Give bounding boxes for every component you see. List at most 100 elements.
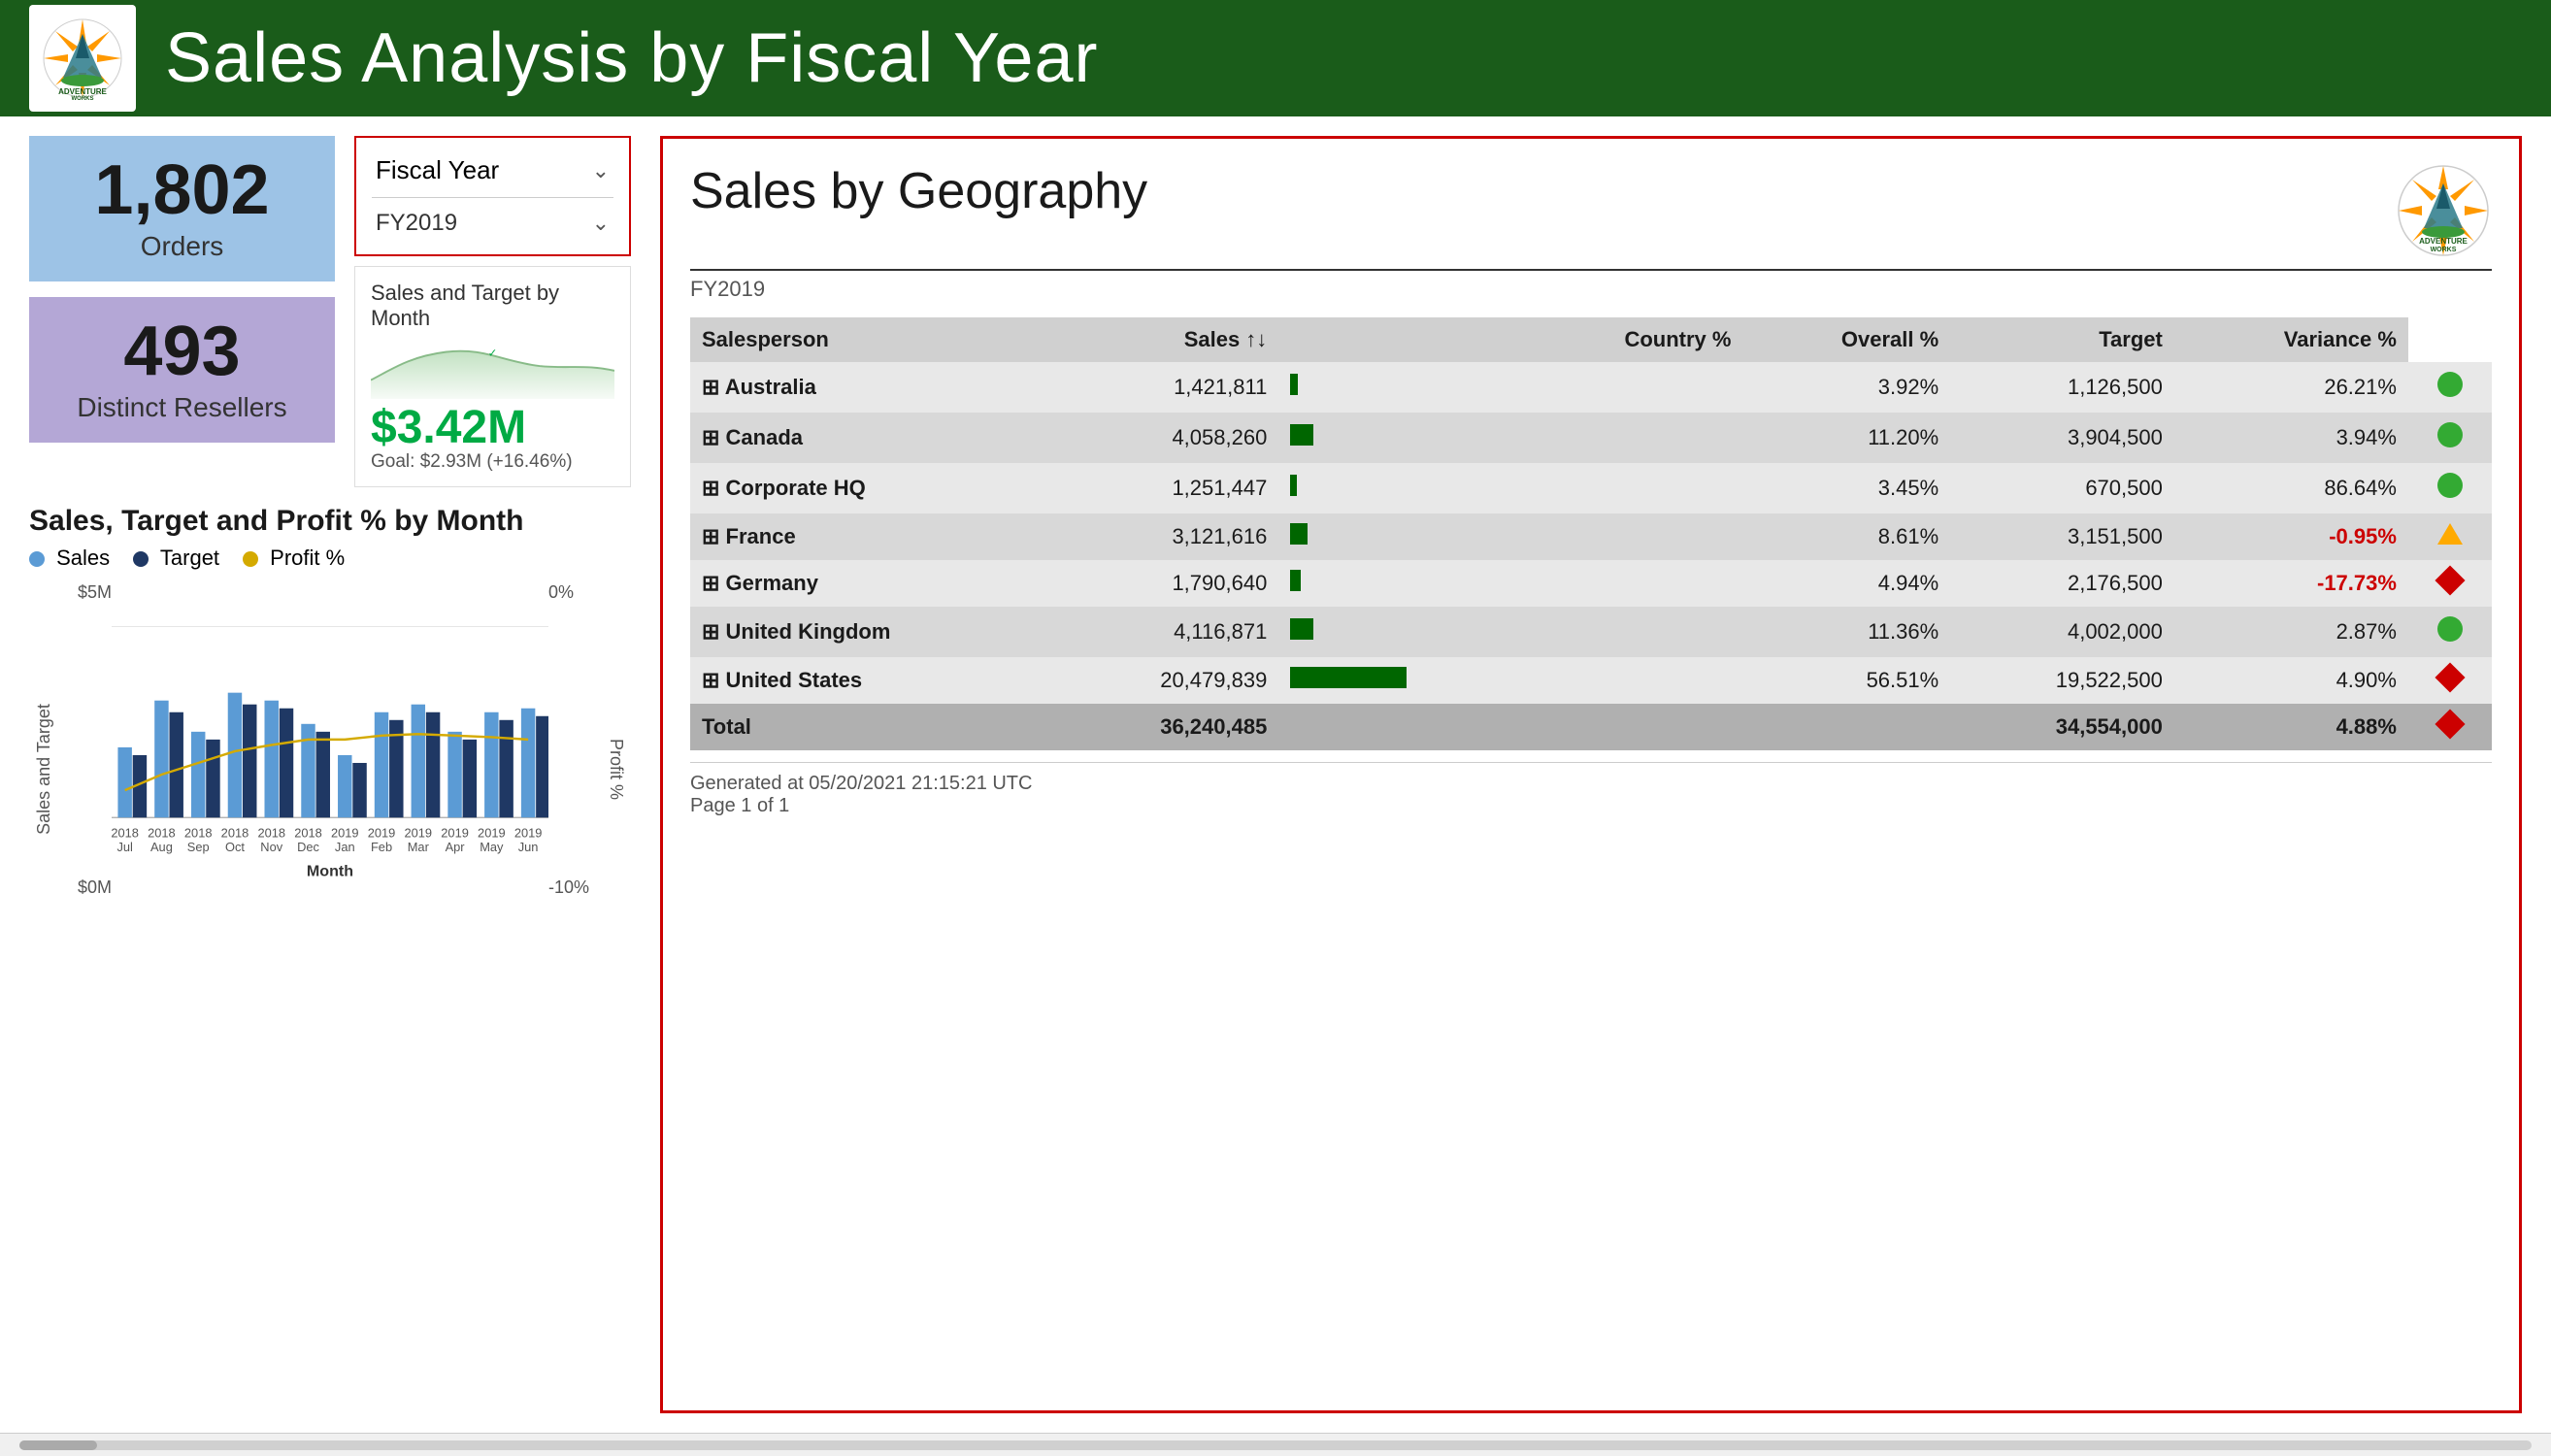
cell-sales: 1,421,811	[1055, 362, 1279, 413]
cell-sales: 4,116,871	[1055, 607, 1279, 657]
y-tick-5m: $5M	[78, 582, 112, 603]
cell-name: ⊞ United Kingdom	[690, 607, 1055, 657]
scrollbar-area[interactable]	[0, 1433, 2551, 1456]
svg-text:Apr: Apr	[446, 840, 466, 854]
cell-sales: 20,479,839	[1055, 657, 1279, 704]
svg-text:Jan: Jan	[335, 840, 355, 854]
footer-line1: Generated at 05/20/2021 21:15:21 UTC	[690, 773, 2492, 795]
legend-sales: Sales	[29, 546, 110, 571]
cell-variance: -17.73%	[2174, 560, 2408, 607]
cell-target: 670,500	[1950, 463, 2174, 513]
svg-text:2018: 2018	[112, 825, 139, 840]
sales-by-geography-panel: Sales by Geography ADVENTURE	[660, 136, 2522, 1413]
svg-text:Aug: Aug	[150, 840, 173, 854]
table-row: ⊞ Corporate HQ 1,251,447 3.45% 670,500 8…	[690, 463, 2492, 513]
svg-text:WORKS: WORKS	[72, 96, 94, 102]
geo-title-block: Sales by Geography	[690, 162, 1147, 220]
table-row: ⊞ Australia 1,421,811 3.92% 1,126,500 26…	[690, 362, 2492, 413]
svg-text:ADVENTURE: ADVENTURE	[58, 87, 107, 96]
svg-text:Dec: Dec	[297, 840, 319, 854]
col-salesperson: Salesperson	[690, 317, 1055, 362]
svg-text:Jun: Jun	[518, 840, 539, 854]
cell-variance: 3.94%	[2174, 413, 2408, 463]
chevron-down-icon: ⌄	[592, 158, 610, 183]
target-dot	[133, 551, 149, 567]
cell-overall-pct: 8.61%	[1742, 513, 1950, 560]
col-overall-pct: Overall %	[1742, 317, 1950, 362]
main-content: 1,802 Orders 493 Distinct Resellers Fisc…	[0, 116, 2551, 1433]
cell-status	[2408, 362, 2492, 413]
chevron-down-icon-2: ⌄	[592, 211, 610, 236]
geography-table: Salesperson Sales ↑↓ Country % Overall %…	[690, 317, 2492, 750]
svg-text:Mar: Mar	[408, 840, 430, 854]
sales-amount: $3.42M	[371, 405, 614, 451]
geo-footer: Generated at 05/20/2021 21:15:21 UTC Pag…	[690, 762, 2492, 817]
cell-bar	[1278, 607, 1519, 657]
col-bar	[1278, 317, 1519, 362]
resellers-label: Distinct Resellers	[77, 392, 286, 423]
cell-target: 19,522,500	[1950, 657, 2174, 704]
cell-status	[2408, 513, 2492, 560]
cell-overall-pct: 3.92%	[1742, 362, 1950, 413]
geo-year: FY2019	[690, 277, 2492, 302]
cell-country-pct	[1519, 657, 1742, 704]
svg-text:May: May	[480, 840, 504, 854]
cell-status	[2408, 657, 2492, 704]
col-target: Target	[1950, 317, 2174, 362]
chart-title: Sales, Target and Profit % by Month	[29, 505, 631, 538]
cell-target: 3,904,500	[1950, 413, 2174, 463]
cell-variance: 2.87%	[2174, 607, 2408, 657]
left-panel: 1,802 Orders 493 Distinct Resellers Fisc…	[29, 136, 631, 1413]
scrollbar-track[interactable]	[19, 1440, 2532, 1450]
month-card-title: Sales and Target by Month	[371, 281, 614, 331]
svg-text:Oct: Oct	[225, 840, 245, 854]
profit-dot	[243, 551, 258, 567]
cell-bar	[1278, 463, 1519, 513]
cell-country-pct	[1519, 413, 1742, 463]
resellers-kpi: 493 Distinct Resellers	[29, 297, 335, 443]
logo-icon: ADVENTURE WORKS	[39, 15, 126, 102]
total-overall	[1742, 704, 1950, 750]
cell-name: ⊞ Corporate HQ	[690, 463, 1055, 513]
cell-name: ⊞ Germany	[690, 560, 1055, 607]
orders-label: Orders	[141, 231, 224, 262]
fiscal-year-filter[interactable]: Fiscal Year ⌄ FY2019 ⌄	[354, 136, 631, 256]
fiscal-year-value-dropdown[interactable]: FY2019 ⌄	[372, 202, 613, 245]
cell-target: 3,151,500	[1950, 513, 2174, 560]
cell-overall-pct: 56.51%	[1742, 657, 1950, 704]
svg-text:2018: 2018	[257, 825, 285, 840]
y-tick-0m: $0M	[78, 877, 112, 898]
table-row: ⊞ United States 20,479,839 56.51% 19,522…	[690, 657, 2492, 704]
y2-axis-label: Profit %	[607, 739, 627, 800]
y2-tick-0: 0%	[548, 582, 574, 603]
cell-status	[2408, 413, 2492, 463]
aw-logo-geo: ADVENTURE WORKS	[2395, 162, 2492, 259]
sales-goal: Goal: $2.93M (+16.46%)	[371, 451, 614, 473]
total-status	[2408, 704, 2492, 750]
y-axis-label: Sales and Target	[34, 704, 54, 835]
geo-title: Sales by Geography	[690, 162, 1147, 220]
total-sales: 36,240,485	[1055, 704, 1279, 750]
total-variance: 4.88%	[2174, 704, 2408, 750]
svg-text:Nov: Nov	[260, 840, 282, 854]
cell-name: ⊞ United States	[690, 657, 1055, 704]
total-row: Total 36,240,485 34,554,000 4.88%	[690, 704, 2492, 750]
cell-target: 1,126,500	[1950, 362, 2174, 413]
filter-selected: FY2019	[376, 210, 457, 237]
svg-text:Month: Month	[307, 863, 353, 880]
table-row: ⊞ Germany 1,790,640 4.94% 2,176,500 -17.…	[690, 560, 2492, 607]
svg-text:2018: 2018	[221, 825, 249, 840]
fiscal-year-dropdown[interactable]: Fiscal Year ⌄	[372, 148, 613, 193]
chart-svg: 2018 Jul 2018 Aug 2018 Sep 2018 Oct 2018…	[112, 582, 548, 951]
cell-name: ⊞ Australia	[690, 362, 1055, 413]
cell-bar	[1278, 413, 1519, 463]
scrollbar-thumb[interactable]	[19, 1440, 97, 1450]
svg-text:2018: 2018	[294, 825, 322, 840]
svg-text:2019: 2019	[331, 825, 359, 840]
svg-text:Jul: Jul	[116, 840, 132, 854]
cell-bar	[1278, 362, 1519, 413]
y2-tick-neg10: -10%	[548, 877, 589, 898]
cell-name: ⊞ Canada	[690, 413, 1055, 463]
cell-sales: 3,121,616	[1055, 513, 1279, 560]
header: ADVENTURE WORKS Sales Analysis by Fiscal…	[0, 0, 2551, 116]
